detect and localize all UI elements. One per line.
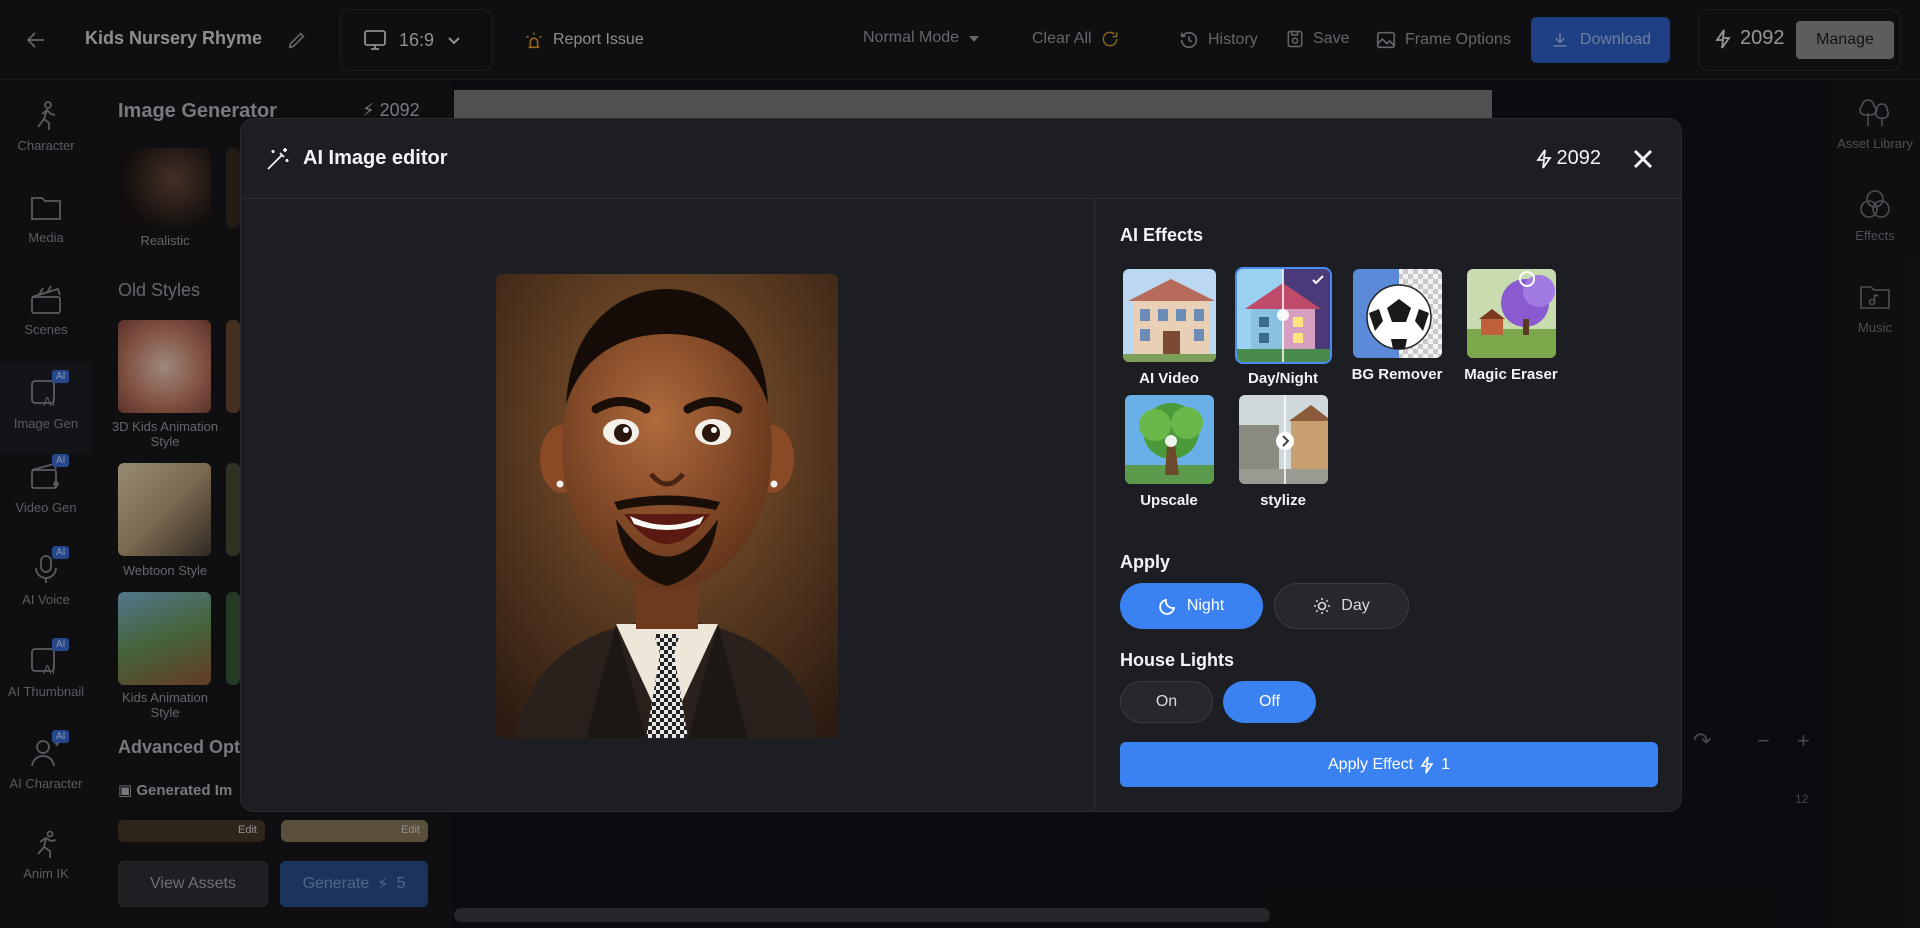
effect-label: AI Video — [1139, 370, 1199, 387]
effect-bg-remover[interactable]: BG Remover — [1348, 267, 1446, 383]
apply-heading: Apply — [1120, 552, 1171, 572]
ai-image-editor-modal: AI Image editor 2092 AI Effects AI Video… — [240, 118, 1682, 812]
effect-magic-eraser[interactable]: Magic Eraser — [1462, 267, 1560, 383]
effect-thumb — [1351, 267, 1444, 360]
modal-credits: 2092 — [1535, 147, 1602, 170]
lightning-icon — [1535, 148, 1552, 169]
effect-stylize[interactable]: stylize — [1234, 393, 1332, 509]
effect-day-night[interactable]: Day/Night — [1234, 267, 1332, 387]
effect-thumb — [1465, 267, 1558, 360]
effect-ai-video[interactable]: AI Video — [1120, 267, 1218, 387]
house-lights-on-button[interactable]: On — [1120, 681, 1213, 723]
upscale-tree-image — [1124, 395, 1214, 484]
effect-thumb — [1237, 393, 1330, 486]
modal-title: AI Image editor — [303, 147, 448, 169]
stylize-street-image — [1238, 395, 1328, 484]
effect-label: Upscale — [1140, 492, 1198, 509]
apply-option-label: Night — [1186, 597, 1225, 614]
ai-effects-heading: AI Effects — [1120, 225, 1204, 245]
moon-icon — [1159, 598, 1175, 615]
house-lights-heading: House Lights — [1120, 650, 1235, 670]
effect-thumb — [1121, 267, 1218, 364]
sun-icon — [1314, 598, 1331, 614]
apply-effect-cost: 1 — [1441, 755, 1450, 773]
effect-thumb — [1234, 267, 1332, 364]
effect-label: Magic Eraser — [1464, 366, 1558, 383]
soccer-ball-image — [1352, 269, 1442, 358]
portrait-image — [496, 274, 838, 738]
effect-label: Day/Night — [1247, 370, 1318, 387]
building-image — [1122, 269, 1216, 362]
apply-day-button[interactable]: Day — [1274, 583, 1409, 629]
effect-thumb — [1123, 393, 1216, 486]
apply-option-label: Day — [1341, 597, 1370, 614]
effect-label: stylize — [1260, 492, 1306, 509]
apply-effect-button[interactable]: Apply Effect 1 — [1120, 742, 1658, 787]
tree-scene-image — [1466, 269, 1556, 358]
check-icon — [1311, 275, 1324, 285]
house-lights-off-button[interactable]: Off — [1223, 681, 1316, 723]
modal-credits-value: 2092 — [1556, 147, 1602, 169]
modal-header: AI Image editor 2092 — [241, 119, 1681, 199]
modal-divider — [1094, 199, 1095, 811]
lightning-icon — [1420, 756, 1434, 773]
apply-effect-label: Apply Effect — [1328, 755, 1414, 773]
effect-label: BG Remover — [1351, 366, 1443, 383]
image-preview — [496, 274, 838, 738]
magic-wand-icon — [267, 148, 289, 170]
apply-night-button[interactable]: Night — [1120, 583, 1263, 629]
close-icon[interactable] — [1629, 145, 1657, 173]
effect-upscale[interactable]: Upscale — [1120, 393, 1218, 509]
